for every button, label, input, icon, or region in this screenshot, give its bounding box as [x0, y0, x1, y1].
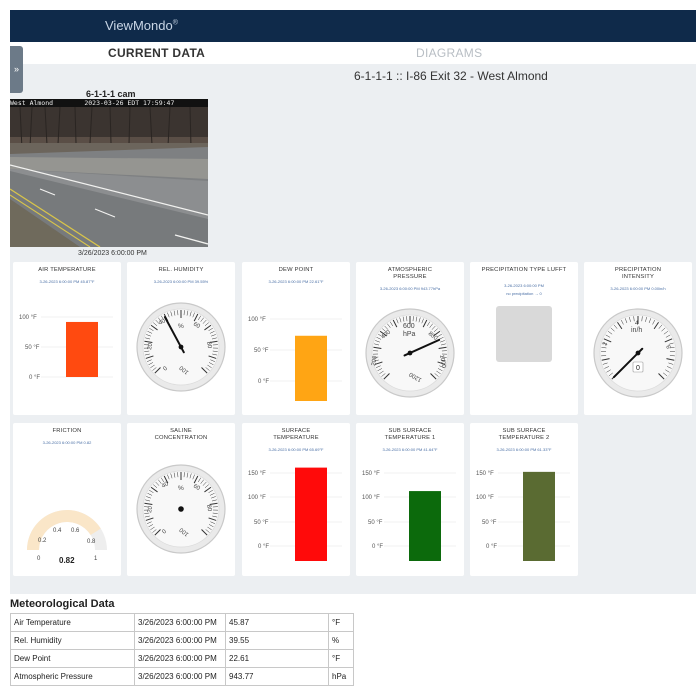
sub-surface-temperature-1-bar [409, 491, 441, 561]
tab-current-data[interactable]: CURRENT DATA [108, 46, 205, 60]
svg-text:%: % [178, 485, 184, 492]
y-tick-label: 0 °F [258, 544, 269, 550]
saline-concentration-dial: 0 20 40 % 60 80 100 [127, 423, 235, 576]
cell-time: 3/26/2023 6:00:00 PM [135, 650, 226, 668]
svg-text:1: 1 [94, 556, 98, 562]
y-tick-label: 50 °F [482, 520, 497, 526]
y-tick-label: 0 °F [486, 544, 497, 550]
precipitation-readout: 0 [636, 365, 640, 372]
friction-gauge: 0 0.2 0.4 0.6 0.8 1 0.82 [13, 423, 121, 576]
card-sub-surface-temperature-1[interactable]: SUB SURFACETEMPERATURE 1 3-26-2023 6:00:… [356, 423, 464, 576]
card-precipitation-intensity[interactable]: PRECIPITATIONINTENSITY 3-26-2023 6:00:00… [584, 262, 692, 415]
y-tick-label: 50 °F [254, 348, 269, 354]
svg-text:0.2: 0.2 [38, 538, 47, 544]
cell-unit: % [329, 632, 354, 650]
card-title: PRECIPITATION TYPE LUFFT [470, 267, 578, 274]
table-row: Rel. Humidity 3/26/2023 6:00:00 PM 39.55… [11, 632, 354, 650]
brand-logo[interactable]: ViewMondo® [105, 18, 178, 33]
camera-scene [10, 99, 208, 247]
y-tick-label: 0 °F [258, 379, 269, 385]
chevron-right-icon: » [14, 64, 19, 74]
cell-time: 3/26/2023 6:00:00 PM [135, 632, 226, 650]
camera-title: 6-1-1-1 cam [86, 89, 136, 99]
air-temperature-bar [66, 322, 98, 377]
cell-name: Dew Point [11, 650, 135, 668]
cell-value: 22.61 [226, 650, 329, 668]
svg-text:0.8: 0.8 [87, 539, 96, 545]
cell-unit: °F [329, 650, 354, 668]
rel-humidity-dial: 0 20 40 % 60 80 100 [127, 262, 235, 415]
card-rel-humidity[interactable]: REL. HUMIDITY 3-26-2023 6:00:00 PM 39.55… [127, 262, 235, 415]
table-row: Dew Point 3/26/2023 6:00:00 PM 22.61 °F [11, 650, 354, 668]
dew-point-bar [295, 336, 327, 401]
y-tick-label: 0 °F [372, 544, 383, 550]
y-tick-label: 50 °F [368, 520, 383, 526]
dew-point-bar-chart: 100 °F 50 °F 0 °F [242, 262, 350, 415]
main-tabs: CURRENT DATA DIAGRAMS [10, 42, 696, 65]
meteorological-data-heading: Meteorological Data [10, 598, 115, 610]
air-temperature-bar-chart: 100 °F 50 °F 0 °F [13, 262, 121, 415]
svg-text:600: 600 [403, 323, 415, 330]
sub-surface-temperature-2-bar [523, 472, 555, 561]
card-friction[interactable]: FRICTION 3-26-2023 6:00:00 PM 0.82 0 0.2… [13, 423, 121, 576]
camera-timestamp: 3/26/2023 6:00:00 PM [78, 250, 147, 257]
svg-text:hPa: hPa [403, 331, 416, 338]
card-status: no precipitation → 0 [470, 291, 578, 296]
camera-overlay-text: West Almond 2023-03-26 EDT 17:59:47 [10, 99, 208, 107]
card-saline-concentration[interactable]: SALINECONCENTRATION 0 20 40 % 60 80 100 [127, 423, 235, 576]
cell-value: 45.87 [226, 614, 329, 632]
precipitation-intensity-dial: 2 4 in/h 6 0 [584, 262, 692, 415]
card-atmospheric-pressure[interactable]: ATMOSPHERICPRESSURE 3-26-2023 6:00:00 PM… [356, 262, 464, 415]
precipitation-type-icon [496, 306, 552, 362]
svg-text:%: % [178, 323, 184, 330]
svg-text:0: 0 [37, 556, 41, 562]
card-air-temperature[interactable]: AIR TEMPERATURE 3-26-2023 6:00:00 PM 45.… [13, 262, 121, 415]
sub-surface-temperature-1-bar-chart: 150 °F 100 °F 50 °F 0 °F [356, 423, 464, 576]
card-surface-temperature[interactable]: SURFACETEMPERATURE 3-26-2023 6:00:00 PM … [242, 423, 350, 576]
y-tick-label: 50 °F [254, 520, 269, 526]
meteorological-data-table: Air Temperature 3/26/2023 6:00:00 PM 45.… [10, 613, 354, 686]
sidebar-toggle-button[interactable]: » [10, 46, 23, 93]
svg-text:0.6: 0.6 [71, 528, 80, 534]
friction-readout: 0.82 [59, 556, 75, 565]
svg-text:0.4: 0.4 [53, 528, 62, 534]
top-bar: ViewMondo® [10, 10, 696, 42]
surface-temperature-bar-chart: 150 °F 100 °F 50 °F 0 °F [242, 423, 350, 576]
tab-diagrams[interactable]: DIAGRAMS [416, 46, 482, 60]
y-tick-label: 100 °F [362, 495, 380, 501]
table-row: Air Temperature 3/26/2023 6:00:00 PM 45.… [11, 614, 354, 632]
y-tick-label: 100 °F [19, 315, 37, 321]
card-subtitle: 3-26-2023 6:00:00 PM [470, 283, 578, 288]
cell-name: Air Temperature [11, 614, 135, 632]
cell-name: Rel. Humidity [11, 632, 135, 650]
y-tick-label: 150 °F [476, 471, 494, 477]
station-title: 6-1-1-1 :: I-86 Exit 32 - West Almond [354, 69, 548, 83]
atmospheric-pressure-dial: 200 400 600 hPa 800 1000 1200 [356, 262, 464, 415]
y-tick-label: 100 °F [248, 317, 266, 323]
camera-image[interactable]: West Almond 2023-03-26 EDT 17:59:47 [10, 99, 208, 247]
cell-value: 39.55 [226, 632, 329, 650]
cell-unit: °F [329, 614, 354, 632]
y-tick-label: 150 °F [248, 471, 266, 477]
card-sub-surface-temperature-2[interactable]: SUB SURFACETEMPERATURE 2 3-26-2023 6:00:… [470, 423, 578, 576]
y-tick-label: 50 °F [25, 345, 40, 351]
svg-text:in/h: in/h [631, 327, 642, 334]
card-dew-point[interactable]: DEW POINT 3-26-2023 6:00:00 PM 22.61°F 1… [242, 262, 350, 415]
y-tick-label: 100 °F [248, 495, 266, 501]
card-precipitation-type[interactable]: PRECIPITATION TYPE LUFFT 3-26-2023 6:00:… [470, 262, 578, 415]
y-tick-label: 0 °F [29, 375, 40, 381]
cell-time: 3/26/2023 6:00:00 PM [135, 614, 226, 632]
y-tick-label: 100 °F [476, 495, 494, 501]
sub-surface-temperature-2-bar-chart: 150 °F 100 °F 50 °F 0 °F [470, 423, 578, 576]
y-tick-label: 150 °F [362, 471, 380, 477]
surface-temperature-bar [295, 468, 327, 561]
